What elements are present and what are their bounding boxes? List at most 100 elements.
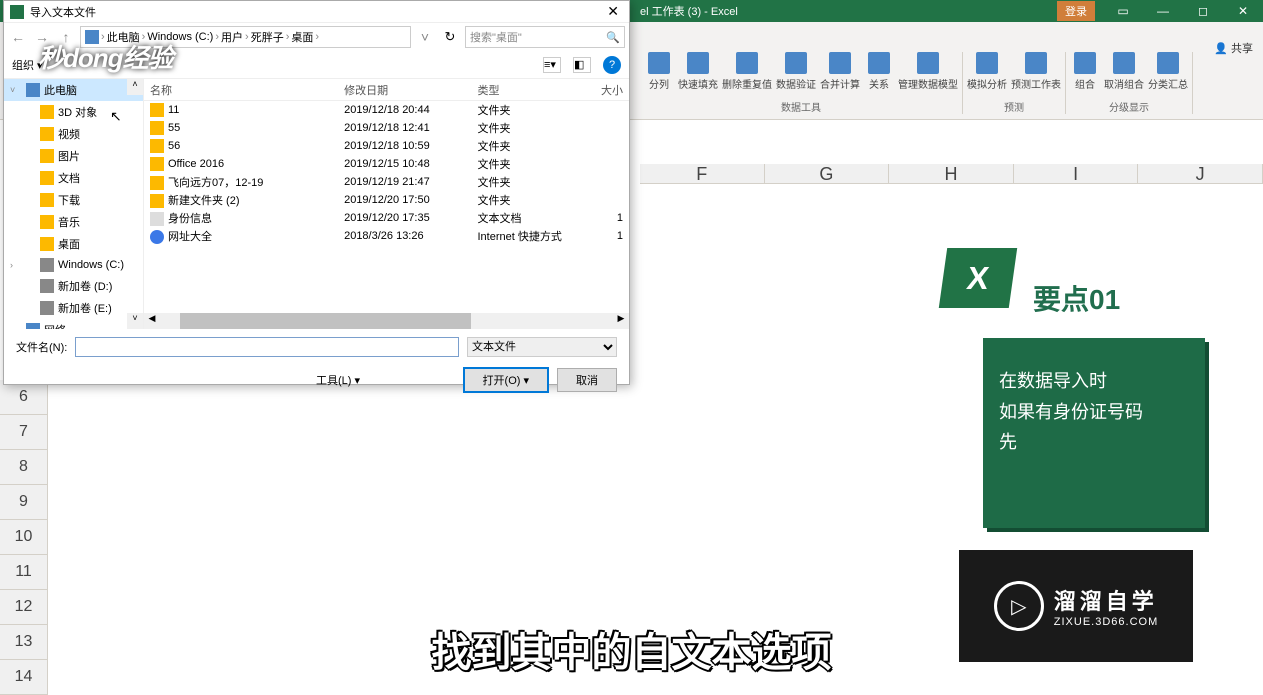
- tip-body: 在数据导入时如果有身份证号码先: [983, 338, 1205, 528]
- ribbon-模拟分析[interactable]: 模拟分析: [967, 52, 1007, 97]
- row-header[interactable]: 14: [0, 660, 48, 695]
- folder-icon: [150, 176, 164, 190]
- folder-icon: [150, 139, 164, 153]
- file-filter-select[interactable]: 文本文件: [467, 337, 617, 357]
- tree-item-下载[interactable]: 下载: [4, 189, 143, 211]
- tree-scroll-down-icon[interactable]: ˅: [127, 313, 143, 329]
- breadcrumb-item[interactable]: 用户: [221, 29, 243, 45]
- dialog-close-icon[interactable]: ✕: [603, 3, 623, 20]
- col-header[interactable]: J: [1138, 164, 1263, 184]
- close-icon[interactable]: ✕: [1223, 4, 1263, 18]
- filename-input[interactable]: [75, 337, 459, 357]
- help-icon[interactable]: ?: [603, 56, 621, 74]
- pc-icon: [26, 83, 40, 97]
- file-row[interactable]: 身份信息2019/12/20 17:35文本文档1: [144, 209, 629, 227]
- horizontal-scrollbar[interactable]: ◀▶: [144, 313, 629, 329]
- login-button[interactable]: 登录: [1057, 1, 1095, 21]
- folder-icon: [40, 215, 54, 229]
- open-button[interactable]: 打开(O) ▾: [463, 367, 549, 393]
- file-row[interactable]: Office 20162019/12/15 10:48文件夹: [144, 155, 629, 173]
- tree-item-新加卷 (D:)[interactable]: 新加卷 (D:): [4, 275, 143, 297]
- search-icon: 🔍: [606, 31, 620, 44]
- ribbon-关系[interactable]: 关系: [864, 52, 894, 97]
- folder-icon: [150, 194, 164, 208]
- row-header[interactable]: 9: [0, 485, 48, 520]
- tree-item-视频[interactable]: 视频: [4, 123, 143, 145]
- play-icon: ▷: [994, 581, 1044, 631]
- file-list: 名称 修改日期 类型 大小 112019/12/18 20:44文件夹55201…: [144, 79, 629, 329]
- col-date[interactable]: 修改日期: [338, 82, 471, 98]
- breadcrumb-dropdown-icon[interactable]: ˅: [415, 29, 435, 45]
- ribbon-取消组合[interactable]: 取消组合: [1104, 52, 1144, 97]
- nav-back-icon[interactable]: ←: [8, 29, 28, 45]
- filename-label: 文件名(N):: [16, 339, 67, 355]
- ribbon-分列[interactable]: 分列: [644, 52, 674, 97]
- tree-item-新加卷 (E:)[interactable]: 新加卷 (E:): [4, 297, 143, 319]
- disk-icon: [40, 301, 54, 315]
- search-input[interactable]: 搜索"桌面" 🔍: [465, 26, 625, 48]
- row-header[interactable]: 13: [0, 625, 48, 660]
- video-caption: 找到其中的自文本选项: [432, 620, 832, 678]
- ribbon-组合[interactable]: 组合: [1070, 52, 1100, 97]
- pc-icon: [26, 323, 40, 329]
- tree-scroll-up-icon[interactable]: ˄: [127, 79, 143, 95]
- view-list-icon[interactable]: ≡▾: [543, 57, 561, 73]
- folder-icon: [150, 103, 164, 117]
- row-header[interactable]: 11: [0, 555, 48, 590]
- col-name[interactable]: 名称: [144, 82, 338, 98]
- excel-file-icon: [10, 5, 24, 19]
- tools-button[interactable]: 工具(L) ▾: [316, 372, 360, 388]
- folder-icon: [40, 149, 54, 163]
- row-header[interactable]: 10: [0, 520, 48, 555]
- ribbon-options-icon[interactable]: ▭: [1103, 4, 1143, 18]
- ribbon-数据验证[interactable]: 数据验证: [776, 52, 816, 97]
- excel-title: el 工作表 (3) - Excel: [640, 3, 1057, 19]
- col-header[interactable]: I: [1014, 164, 1139, 184]
- maximize-icon[interactable]: ◻: [1183, 4, 1223, 18]
- zixue-logo: ▷ 溜溜自学 ZIXUE.3D66.COM: [959, 550, 1193, 662]
- file-row[interactable]: 新建文件夹 (2)2019/12/20 17:50文件夹: [144, 191, 629, 209]
- ribbon-合并计算[interactable]: 合并计算: [820, 52, 860, 97]
- tree-item-Windows (C:)[interactable]: ›Windows (C:): [4, 255, 143, 275]
- col-type[interactable]: 类型: [471, 82, 580, 98]
- row-header[interactable]: 7: [0, 415, 48, 450]
- tree-item-文档[interactable]: 文档: [4, 167, 143, 189]
- ribbon-删除重复值[interactable]: 删除重复值: [722, 52, 772, 97]
- cancel-button[interactable]: 取消: [557, 368, 617, 392]
- folder-icon: [40, 171, 54, 185]
- disk-icon: [40, 279, 54, 293]
- tip-card: X 要点01 在数据导入时如果有身份证号码先: [973, 258, 1205, 538]
- tree-item-网络[interactable]: 网络: [4, 319, 143, 329]
- file-row[interactable]: 飞向远方07，12-192019/12/19 21:47文件夹: [144, 173, 629, 191]
- file-row[interactable]: 562019/12/18 10:59文件夹: [144, 137, 629, 155]
- tree-item-图片[interactable]: 图片: [4, 145, 143, 167]
- ribbon-预测工作表[interactable]: 预测工作表: [1011, 52, 1061, 97]
- breadcrumb-item[interactable]: 桌面: [291, 29, 313, 45]
- tree-item-桌面[interactable]: 桌面: [4, 233, 143, 255]
- folder-icon: [40, 237, 54, 251]
- folder-icon: [150, 157, 164, 171]
- file-row[interactable]: 112019/12/18 20:44文件夹: [144, 101, 629, 119]
- col-header[interactable]: G: [765, 164, 890, 184]
- file-row[interactable]: 552019/12/18 12:41文件夹: [144, 119, 629, 137]
- doc-icon: [150, 212, 164, 226]
- refresh-icon[interactable]: ↻: [439, 29, 461, 45]
- breadcrumb-item[interactable]: 死胖子: [251, 29, 284, 45]
- row-header[interactable]: 8: [0, 450, 48, 485]
- tree-item-此电脑[interactable]: ˅此电脑: [4, 79, 143, 101]
- ribbon-分类汇总[interactable]: 分类汇总: [1148, 52, 1188, 97]
- tree-item-音乐[interactable]: 音乐: [4, 211, 143, 233]
- dialog-title: 导入文本文件: [30, 4, 603, 20]
- disk-icon: [40, 258, 54, 272]
- tree-item-3D 对象[interactable]: 3D 对象: [4, 101, 143, 123]
- folder-icon: [40, 127, 54, 141]
- ribbon-管理数据模型[interactable]: 管理数据模型: [898, 52, 958, 97]
- row-header[interactable]: 12: [0, 590, 48, 625]
- ribbon-快速填充[interactable]: 快速填充: [678, 52, 718, 97]
- col-header[interactable]: H: [889, 164, 1014, 184]
- col-header[interactable]: F: [640, 164, 765, 184]
- col-size[interactable]: 大小: [581, 82, 629, 98]
- minimize-icon[interactable]: —: [1143, 4, 1183, 18]
- file-row[interactable]: 网址大全2018/3/26 13:26Internet 快捷方式1: [144, 227, 629, 245]
- view-preview-icon[interactable]: ◧: [573, 57, 591, 73]
